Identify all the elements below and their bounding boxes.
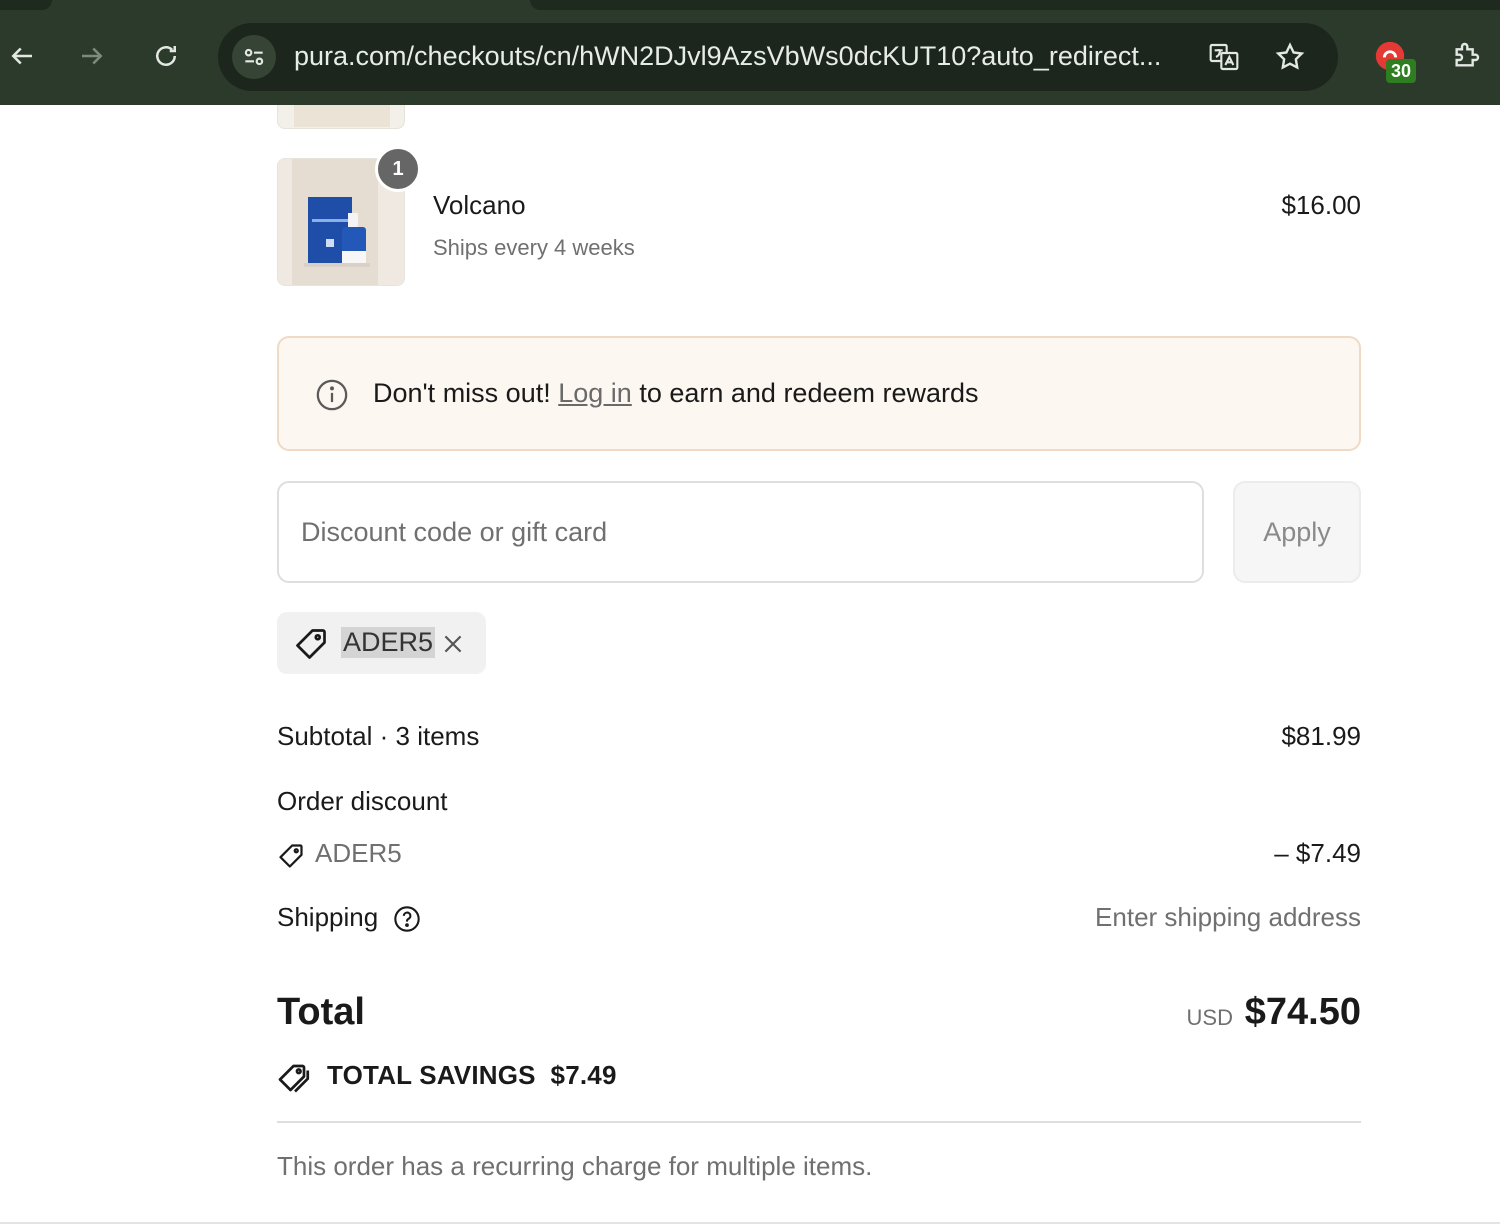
forward-arrow-icon[interactable] [72, 36, 112, 76]
rewards-prefix: Don't miss out! [373, 378, 551, 408]
product-thumbnail-partial [277, 105, 405, 129]
tag-icon [279, 844, 303, 868]
shipping-label-group: Shipping [277, 902, 421, 933]
recurring-note: This order has a recurring charge for mu… [277, 1151, 873, 1181]
product-price: $16.00 [1281, 190, 1361, 220]
savings-tag-icon [278, 1064, 310, 1093]
discount-amount: – $7.49 [1274, 838, 1361, 868]
login-link[interactable]: Log in [558, 378, 632, 408]
remove-code-icon[interactable] [437, 628, 469, 660]
bookmark-star-icon[interactable] [1272, 39, 1308, 75]
browser-toolbar: pura.com/checkouts/cn/hWN2DJvl9AzsVbWs0d… [0, 0, 1500, 105]
divider-bottom [0, 1222, 1500, 1224]
reload-icon[interactable] [146, 36, 186, 76]
total-amount: $74.50 [1244, 991, 1361, 1033]
currency-code: USD [1186, 1005, 1233, 1030]
puzzle-extensions-icon[interactable] [1446, 36, 1486, 76]
help-icon[interactable] [393, 905, 421, 933]
applied-code: ADER5 [341, 627, 436, 658]
order-summary: 1 Volcano Ships every 4 weeks $16.00 Don… [0, 105, 1500, 1232]
line-item: 1 Volcano Ships every 4 weeks $16.00 [277, 146, 1361, 288]
divider [277, 1121, 1361, 1123]
rewards-suffix: to earn and redeem rewards [639, 378, 979, 408]
apply-button[interactable]: Apply [1233, 481, 1361, 583]
savings-text: TOTAL SAVINGS $7.49 [327, 1060, 617, 1090]
quantity-badge: 1 [375, 146, 421, 192]
tab-strip-right [530, 0, 1500, 10]
total-label: Total [277, 991, 365, 1033]
tag-icon [296, 629, 326, 659]
discount-code-input[interactable] [277, 481, 1204, 583]
site-settings-icon[interactable] [232, 35, 276, 79]
subtotal-value: $81.99 [1281, 721, 1361, 751]
product-subscription: Ships every 4 weeks [433, 235, 635, 260]
address-bar[interactable]: pura.com/checkouts/cn/hWN2DJvl9AzsVbWs0d… [218, 23, 1338, 91]
order-discount-label: Order discount [277, 786, 448, 816]
url-text[interactable]: pura.com/checkouts/cn/hWN2DJvl9AzsVbWs0d… [294, 41, 1194, 72]
tab-strip-left [0, 0, 52, 10]
total-row: Total USD $74.50 [277, 991, 1361, 1041]
discount-code-label: ADER5 [315, 838, 402, 868]
info-icon [316, 379, 348, 411]
extension-badge: 30 [1386, 59, 1417, 83]
product-name: Volcano [433, 190, 526, 220]
translate-icon[interactable] [1206, 39, 1242, 75]
applied-discount-chip: ADER5 [277, 612, 486, 674]
back-arrow-icon[interactable] [2, 36, 42, 76]
subtotal-label: Subtotal · 3 items [277, 721, 480, 751]
shipping-value: Enter shipping address [1095, 902, 1361, 932]
rewards-message: Don't miss out! Log in to earn and redee… [373, 378, 979, 409]
shipping-label: Shipping [277, 902, 379, 932]
rewards-banner: Don't miss out! Log in to earn and redee… [277, 336, 1361, 451]
